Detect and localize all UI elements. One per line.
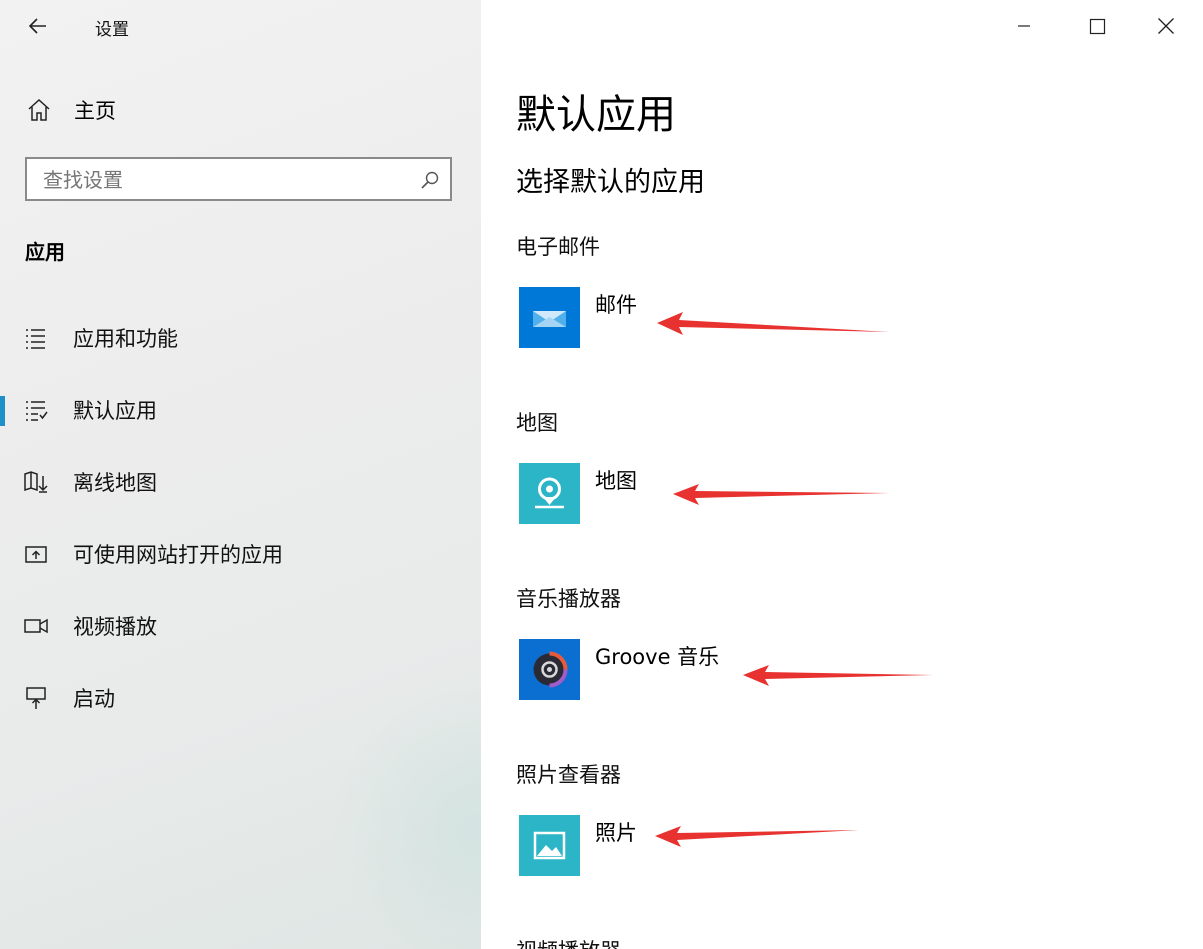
search-box[interactable] <box>25 157 452 201</box>
home-icon <box>28 98 50 121</box>
close-icon[interactable] <box>1143 6 1189 46</box>
search-icon[interactable] <box>420 170 440 190</box>
settings-sidebar: 设置 主页 应用 应用和功能 默认应用 <box>0 0 481 949</box>
mail-app-icon <box>519 287 580 348</box>
section-heading: 应用 <box>25 240 65 264</box>
apps-for-websites-icon <box>25 546 47 563</box>
category-label-maps: 地图 <box>516 411 558 435</box>
annotation-arrow <box>655 826 859 847</box>
annotation-arrow <box>657 312 889 335</box>
page-subtitle: 选择默认的应用 <box>516 167 705 198</box>
home-label: 主页 <box>74 99 116 123</box>
back-arrow-icon[interactable] <box>22 10 54 42</box>
sidebar-item-label: 视频播放 <box>73 615 157 639</box>
sidebar-item-label: 启动 <box>73 687 115 711</box>
sidebar-item-apps-for-websites[interactable]: 可使用网站打开的应用 <box>0 526 481 582</box>
sidebar-item-offline-maps[interactable]: 离线地图 <box>0 454 481 510</box>
maximize-icon[interactable] <box>1074 6 1120 46</box>
sidebar-item-video-playback[interactable]: 视频播放 <box>0 598 481 654</box>
page-title: 默认应用 <box>516 92 676 138</box>
category-label-music: 音乐播放器 <box>516 587 621 611</box>
groove-music-app-icon <box>519 639 580 700</box>
main-content: 默认应用 选择默认的应用 电子邮件 邮件 地图 地图 音乐播放器 Groove … <box>481 0 1203 949</box>
app-name: 邮件 <box>595 293 637 317</box>
annotation-arrow <box>673 484 889 505</box>
category-label-photos: 照片查看器 <box>516 763 621 787</box>
category-label-email: 电子邮件 <box>516 235 600 259</box>
search-input[interactable] <box>41 163 405 197</box>
video-playback-icon <box>24 618 48 634</box>
category-label-video: 视频播放器 <box>516 935 621 949</box>
sidebar-item-apps-features[interactable]: 应用和功能 <box>0 310 481 366</box>
app-name: 照片 <box>595 821 637 845</box>
photos-app-icon <box>519 815 580 876</box>
sidebar-item-label: 默认应用 <box>73 399 157 423</box>
minimize-icon[interactable] <box>1001 6 1047 46</box>
sidebar-item-label: 可使用网站打开的应用 <box>73 543 283 567</box>
home-nav-item[interactable]: 主页 <box>26 93 116 127</box>
app-name: 地图 <box>595 469 637 493</box>
app-name: Groove 音乐 <box>595 645 720 669</box>
window-title: 设置 <box>95 20 129 40</box>
annotation-arrow <box>743 665 933 686</box>
startup-icon <box>26 687 46 709</box>
sidebar-item-label: 离线地图 <box>73 471 157 495</box>
maps-app-icon <box>519 463 580 524</box>
offline-maps-icon <box>24 471 48 493</box>
sidebar-item-startup[interactable]: 启动 <box>0 670 481 726</box>
default-apps-icon <box>26 401 48 421</box>
apps-features-icon <box>26 329 45 349</box>
sidebar-item-label: 应用和功能 <box>73 327 178 351</box>
sidebar-item-default-apps[interactable]: 默认应用 <box>0 382 481 438</box>
